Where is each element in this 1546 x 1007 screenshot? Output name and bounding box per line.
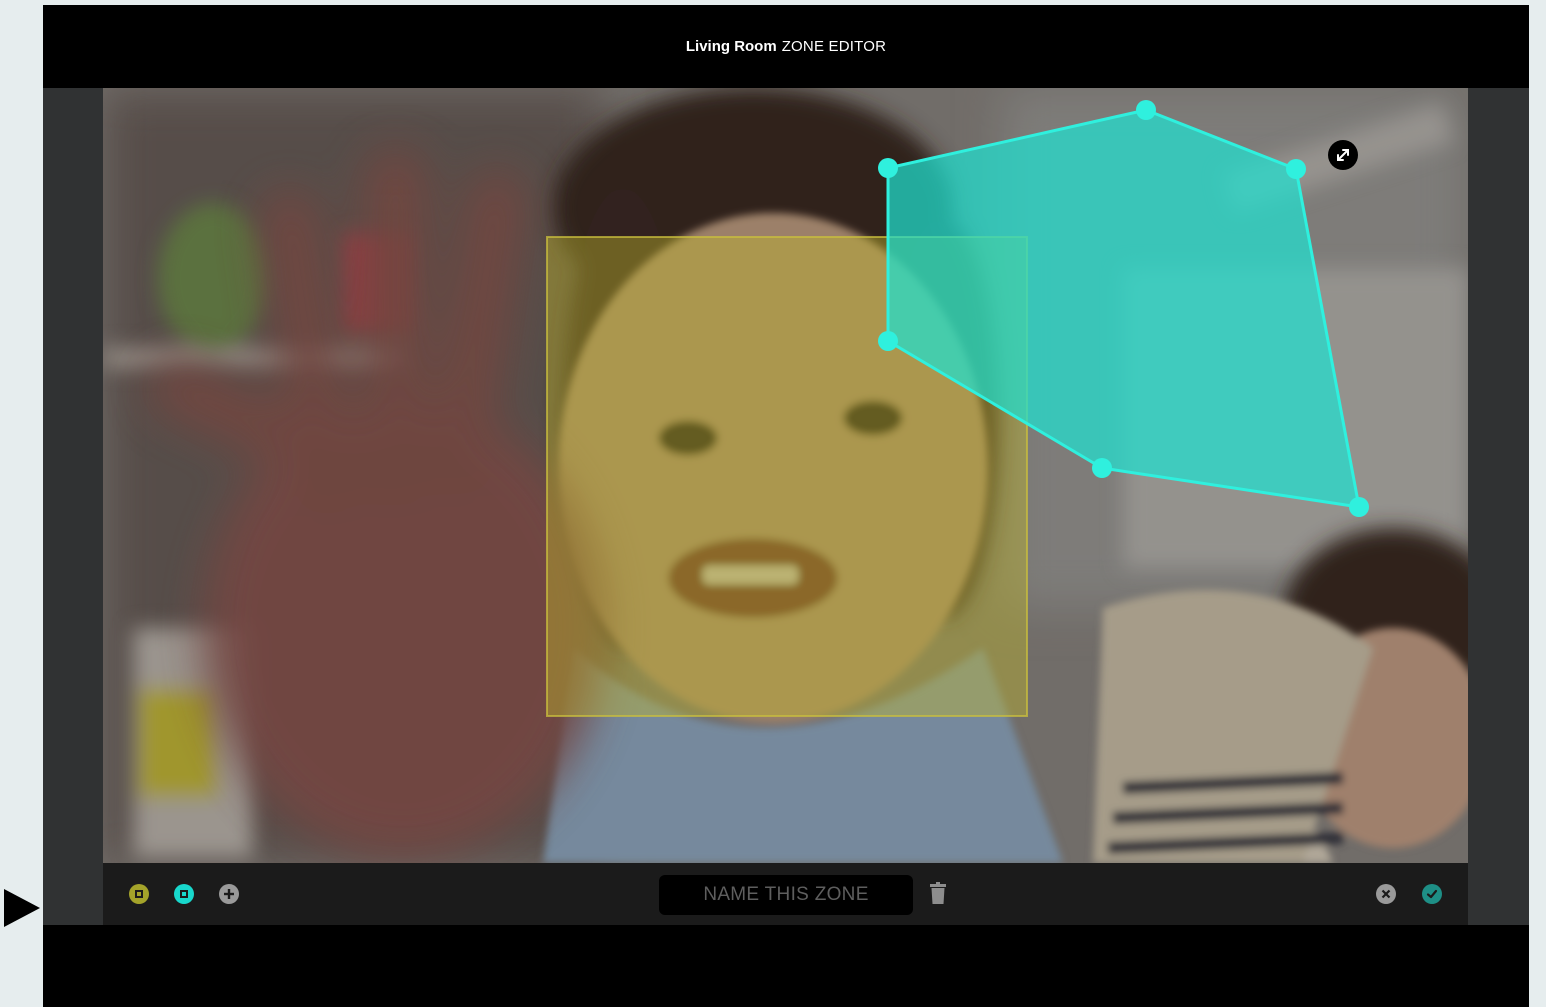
square-zone-icon (180, 890, 188, 898)
workspace (43, 88, 1529, 925)
square-zone-icon (135, 890, 143, 898)
confirm-button[interactable] (1422, 884, 1442, 904)
trash-icon[interactable] (930, 882, 946, 904)
pointer-arrow-icon (4, 889, 40, 927)
room-name: Living Room (685, 38, 777, 55)
bottom-bar (43, 925, 1529, 1007)
plus-icon (224, 889, 234, 899)
checkmark-icon (1426, 889, 1438, 899)
zone-vertex-handle[interactable] (878, 331, 898, 351)
zone-toolbar (103, 863, 1468, 925)
zone-editor-window: Living Room ZONE EDITOR (43, 5, 1529, 1007)
zone-yellow-tool[interactable] (129, 884, 149, 904)
zone-overlay[interactable] (103, 88, 1468, 863)
close-icon (1381, 889, 1391, 899)
zone-vertex-handle[interactable] (1349, 497, 1369, 517)
zone-vertex-handle[interactable] (1286, 159, 1306, 179)
zone-vertex-handle[interactable] (1092, 458, 1112, 478)
zone-name-input[interactable] (659, 875, 913, 915)
cancel-button[interactable] (1376, 884, 1396, 904)
title-bar: Living Room ZONE EDITOR (43, 5, 1529, 88)
zone-vertex-handle[interactable] (1136, 100, 1156, 120)
editor-subtitle: ZONE EDITOR (781, 38, 887, 55)
zone-vertex-handle[interactable] (878, 158, 898, 178)
add-zone-button[interactable] (219, 884, 239, 904)
zone-teal-tool[interactable] (174, 884, 194, 904)
camera-view[interactable] (103, 88, 1468, 863)
expand-arrows-icon[interactable] (1328, 140, 1358, 170)
